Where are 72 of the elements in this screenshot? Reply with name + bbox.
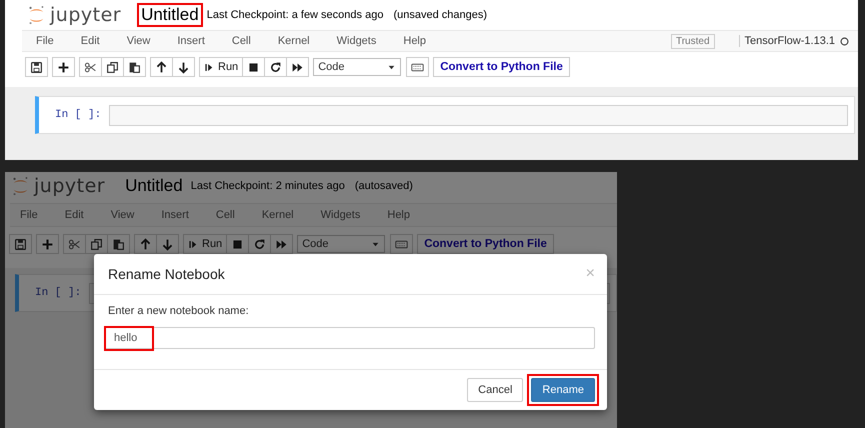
notebook-title[interactable]: Untitled [121, 174, 187, 198]
notebook-title[interactable]: Untitled [137, 3, 203, 27]
menu-item[interactable]: View [126, 35, 150, 47]
keyboard-button[interactable] [406, 57, 430, 77]
cut-button[interactable] [79, 57, 102, 77]
cell-type-dropdown[interactable]: Code [313, 58, 402, 76]
down-icon [177, 60, 190, 74]
save-button[interactable] [25, 57, 48, 77]
keyboard-button[interactable] [390, 234, 414, 254]
move-down-button[interactable] [172, 57, 195, 77]
run-all-button[interactable] [286, 57, 310, 77]
checkpoint-text: Last Checkpoint: a few seconds ago [206, 9, 384, 21]
up-icon [155, 60, 168, 74]
ffwd-icon [275, 238, 288, 250]
down-icon [161, 238, 174, 250]
save-icon [14, 238, 27, 250]
restart-button[interactable] [264, 57, 288, 77]
insert-cell-button[interactable] [52, 57, 75, 77]
cell-prompt: In [ ]: [35, 287, 82, 299]
dialog-title: Rename Notebook [108, 266, 225, 282]
scissors-icon [68, 238, 81, 250]
scissors-icon [84, 60, 97, 74]
logo-text: jupyter [50, 4, 122, 26]
restart-button[interactable] [248, 234, 272, 254]
menu-item[interactable]: Edit [80, 35, 100, 47]
copy-icon [106, 60, 119, 74]
stop-icon [247, 60, 260, 74]
ffwd-icon [291, 60, 304, 74]
rename-button[interactable]: Rename [531, 378, 595, 402]
menu-item[interactable]: Kernel [278, 35, 310, 47]
menu-item[interactable]: Widgets [336, 35, 376, 47]
copy-icon [90, 238, 103, 250]
menu-item[interactable]: File [36, 35, 54, 47]
save-status: (autosaved) [354, 180, 413, 192]
menu-item[interactable]: Cell [232, 35, 251, 47]
menu-item[interactable]: Insert [177, 35, 205, 47]
trusted-indicator[interactable]: Trusted [670, 34, 714, 48]
menu-item[interactable]: Help [403, 35, 426, 47]
save-icon [30, 60, 43, 74]
copy-button[interactable] [101, 57, 124, 77]
code-input[interactable] [109, 104, 848, 126]
run-button[interactable]: Run [183, 234, 228, 254]
logo-text: jupyter [34, 175, 106, 197]
convert-button[interactable]: Convert to Python File [417, 234, 554, 254]
kernel-name: TensorFlow-1.13.1 [738, 35, 835, 47]
jupyter-logo-icon [28, 4, 45, 26]
insert-cell-button[interactable] [36, 234, 59, 254]
code-cell[interactable]: In [ ]: [35, 96, 855, 134]
kernel-status-icon [839, 36, 850, 46]
restart-icon [253, 238, 266, 250]
move-up-button[interactable] [150, 57, 173, 77]
checkpoint-text: Last Checkpoint: 2 minutes ago [190, 180, 345, 192]
paste-icon [112, 238, 125, 250]
save-status: (unsaved changes) [393, 9, 488, 21]
cell-prompt: In [ ]: [55, 109, 102, 121]
cancel-button[interactable]: Cancel [467, 378, 524, 402]
run-button[interactable]: Run [199, 57, 244, 77]
step-icon [204, 62, 215, 72]
step-icon [188, 238, 199, 250]
interrupt-button[interactable] [242, 57, 266, 77]
cell-type-dropdown[interactable]: Code [297, 235, 386, 253]
paste-button[interactable] [123, 57, 146, 77]
cut-button[interactable] [63, 234, 86, 254]
paste-icon [128, 60, 141, 74]
field-label: Enter a new notebook name: [108, 305, 250, 317]
restart-icon [269, 60, 282, 74]
stop-icon [231, 238, 244, 250]
plus-icon [41, 238, 54, 250]
plus-icon [57, 60, 70, 74]
jupyter-logo-icon [12, 176, 29, 196]
up-icon [139, 238, 152, 250]
convert-button[interactable]: Convert to Python File [433, 57, 570, 77]
